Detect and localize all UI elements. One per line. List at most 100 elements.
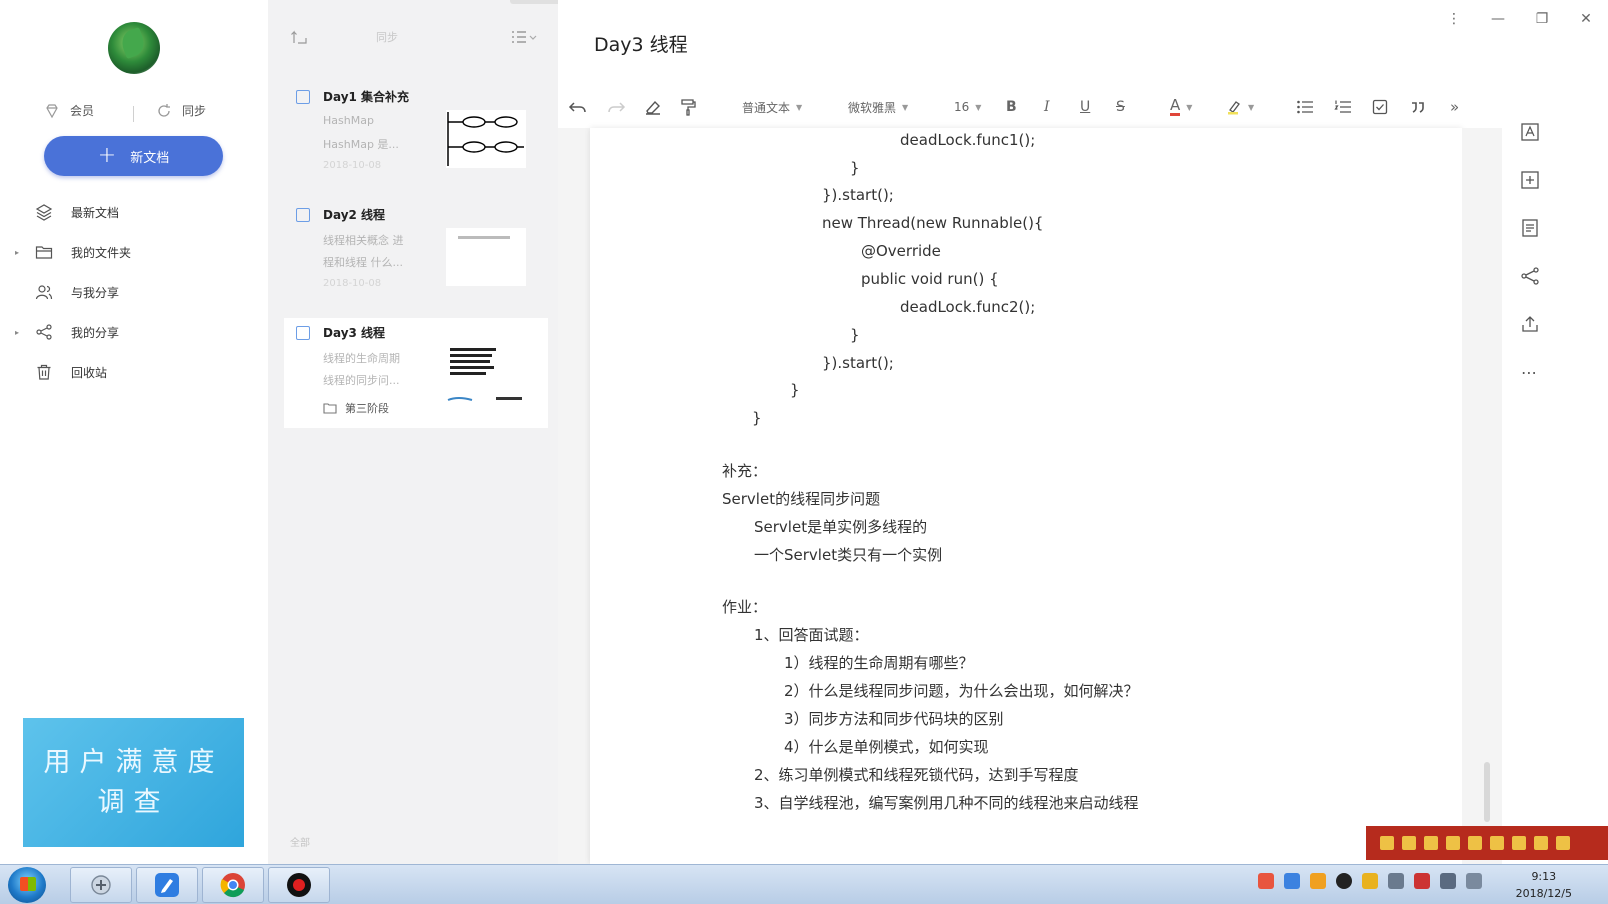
note-card[interactable]: Day2 线程 线程相关概念 进 程和线程 什么... 2018-10-08 [284, 200, 548, 312]
note-card-snippet: 线程的同步问... [323, 374, 400, 387]
eraser-button[interactable] [644, 96, 662, 118]
member-button[interactable]: 会员 [44, 102, 94, 119]
restore-button[interactable]: ❐ [1520, 0, 1564, 38]
paragraph-style-value: 普通文本 [742, 100, 791, 115]
italic-icon: I [1044, 99, 1050, 115]
minimize-button[interactable]: — [1476, 0, 1520, 38]
account-row: 会员 同步 [0, 102, 268, 124]
quote-button[interactable] [1410, 96, 1426, 118]
note-card-snippet: HashMap [323, 114, 374, 127]
numbered-list-button[interactable] [1334, 96, 1352, 118]
close-icon: ✕ [1580, 11, 1592, 27]
satisfaction-survey-banner[interactable]: 用户满意度 调查 [23, 718, 244, 847]
sidebar-item-shared-with-me[interactable]: 与我分享 [0, 272, 268, 312]
tray-volume-icon[interactable] [1388, 873, 1404, 889]
close-button[interactable]: ✕ [1564, 0, 1608, 38]
editor-gutter-right [1462, 128, 1502, 864]
note-card-title: Day2 线程 [323, 208, 386, 222]
note-checkbox-icon[interactable] [296, 326, 310, 340]
document-icon [1522, 219, 1538, 237]
format-painter-button[interactable] [680, 96, 696, 118]
more-options-button[interactable]: ⋯ [1510, 348, 1550, 396]
export-button[interactable] [1510, 300, 1550, 348]
chevron-down-icon: ▼ [1248, 102, 1255, 112]
highlight-button[interactable]: ▼ [1226, 96, 1254, 118]
strikethrough-button[interactable]: S [1116, 96, 1125, 118]
underline-button[interactable]: U [1080, 96, 1090, 118]
tray-ime-icon[interactable] [1258, 873, 1274, 889]
note-card-title: Day3 线程 [323, 326, 386, 340]
bold-button[interactable]: B [1006, 96, 1017, 118]
ime-toolbar[interactable] [1366, 826, 1608, 860]
homework-item: 1）线程的生命周期有哪些？ [784, 654, 974, 672]
expand-caret-icon[interactable]: ▸ [15, 328, 19, 337]
sidebar-item-recent[interactable]: 最新文档 [0, 192, 268, 232]
taskbar-app-notes[interactable] [136, 867, 198, 903]
code-line: } [752, 409, 762, 427]
outline-button[interactable] [1510, 108, 1550, 156]
supplement-line: Servlet是单实例多线程的 [754, 518, 928, 536]
tray-network-icon[interactable] [1440, 873, 1456, 889]
more-tools-button[interactable]: » [1450, 96, 1459, 118]
share-button[interactable] [1510, 252, 1550, 300]
expand-caret-icon[interactable]: ▸ [15, 248, 19, 257]
add-box-icon [1521, 171, 1539, 189]
ime-gift-icon [1534, 836, 1548, 850]
document-title[interactable]: Day3 线程 [594, 30, 688, 57]
more-menu-button[interactable]: ⋮ [1432, 0, 1476, 38]
ime-user-icon [1490, 836, 1504, 850]
italic-button[interactable]: I [1044, 96, 1050, 118]
font-family-dropdown[interactable]: 微软雅黑 ▼ [848, 96, 908, 118]
tray-security-icon[interactable] [1310, 873, 1326, 889]
note-card-active[interactable]: Day3 线程 线程的生命周期 线程的同步问... 第三阶段 [284, 318, 548, 428]
tray-app-icon[interactable] [1362, 873, 1378, 889]
list-view-icon[interactable] [510, 28, 538, 46]
sidebar-item-my-folders[interactable]: ▸ 我的文件夹 [0, 232, 268, 272]
note-checkbox-icon[interactable] [296, 208, 310, 222]
code-line: } [850, 326, 860, 344]
tray-record-icon[interactable] [1336, 873, 1352, 889]
chevron-down-icon: ▼ [902, 102, 909, 112]
tool-app-icon [91, 875, 111, 895]
redo-button[interactable] [606, 96, 626, 118]
document-page[interactable] [590, 128, 1462, 864]
checkbox-icon [1372, 99, 1388, 115]
taskbar-app-explorer[interactable] [70, 867, 132, 903]
redo-icon [608, 102, 626, 113]
sidebar-item-trash[interactable]: 回收站 [0, 352, 268, 392]
account-divider [133, 106, 134, 122]
font-color-button[interactable]: A ▼ [1170, 96, 1192, 118]
new-document-button[interactable]: + 新文档 [44, 136, 223, 176]
font-size-dropdown[interactable]: 16 ▼ [954, 96, 981, 118]
chevron-down-icon: ▼ [1186, 102, 1193, 112]
bullet-list-button[interactable] [1296, 96, 1314, 118]
taskbar-app-chrome[interactable] [202, 867, 264, 903]
tray-speaker-icon[interactable] [1466, 873, 1482, 889]
sort-icon[interactable] [290, 28, 308, 46]
editor-scrollbar[interactable] [1484, 762, 1490, 822]
tray-shield-icon[interactable] [1414, 873, 1430, 889]
sync-icon [158, 103, 170, 117]
homework-item: 2）什么是线程同步问题，为什么会出现，如何解决？ [784, 682, 1139, 700]
sync-button[interactable]: 同步 [156, 102, 206, 119]
eraser-icon [646, 100, 660, 115]
ime-skin-icon [1512, 836, 1526, 850]
sidebar-item-my-shares[interactable]: ▸ 我的分享 [0, 312, 268, 352]
insert-button[interactable] [1510, 156, 1550, 204]
homework-item: 2、练习单例模式和线程死锁代码，达到手写程度 [754, 766, 1079, 784]
taskbar-clock[interactable]: 9:13 2018/12/5 [1516, 868, 1572, 902]
taskbar-app-recorder[interactable] [268, 867, 330, 903]
checklist-button[interactable] [1372, 96, 1388, 118]
text-thumbnail [458, 236, 510, 239]
undo-button[interactable] [568, 96, 588, 118]
notes-app-icon [155, 873, 179, 897]
document-info-button[interactable] [1510, 204, 1550, 252]
note-checkbox-icon[interactable] [296, 90, 310, 104]
window-controls: ⋮ — ❐ ✕ [1432, 0, 1608, 38]
tray-notes-icon[interactable] [1284, 873, 1300, 889]
ime-lang-icon [1402, 836, 1416, 850]
people-icon [35, 285, 53, 300]
paragraph-style-dropdown[interactable]: 普通文本 ▼ [742, 96, 802, 118]
note-card[interactable]: Day1 集合补充 HashMap HashMap 是... 2018-10-0… [284, 82, 548, 194]
share-icon [36, 324, 52, 340]
